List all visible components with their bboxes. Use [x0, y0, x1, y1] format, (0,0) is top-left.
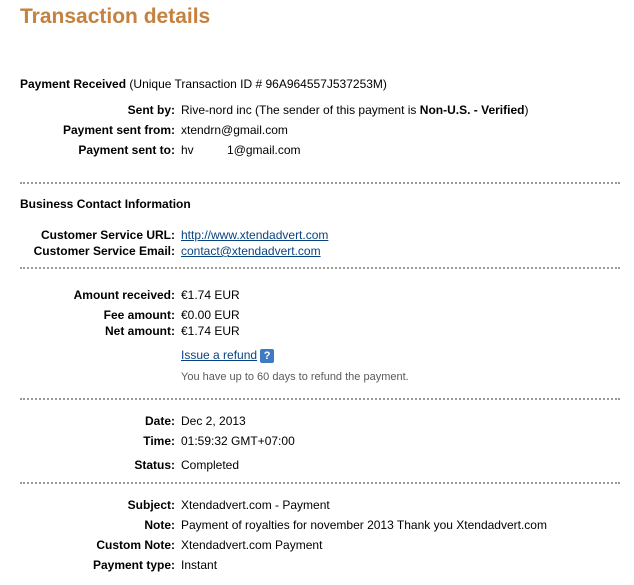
- separator: [20, 267, 620, 269]
- customer-service-url-label: Customer Service URL:: [40, 228, 175, 242]
- net-amount-row: Net amount: €1.74 EUR: [0, 323, 634, 339]
- amount-received-row: Amount received: €1.74 EUR: [0, 287, 634, 303]
- note-row: Note: Payment of royalties for november …: [0, 517, 634, 533]
- payment-from-row: Payment sent from: xtendrn@gmail.com: [0, 122, 634, 138]
- date-value: Dec 2, 2013: [181, 414, 246, 428]
- customer-service-url-row: Customer Service URL: http://www.xtendad…: [0, 227, 634, 243]
- payment-to-label: Payment sent to:: [78, 143, 175, 157]
- subject-label: Subject:: [127, 498, 175, 512]
- custom-note-value: Xtendadvert.com Payment: [181, 538, 323, 552]
- amount-received-label: Amount received:: [73, 288, 175, 302]
- time-value: 01:59:32 GMT+07:00: [181, 434, 295, 448]
- payment-to-row: Payment sent to: hv 1@gmail.com: [0, 142, 634, 158]
- status-row: Status: Completed: [0, 457, 634, 473]
- payment-to-value: hv 1@gmail.com: [181, 143, 301, 157]
- sender-verification-status: Non-U.S. - Verified: [419, 103, 525, 117]
- page-title: Transaction details: [20, 5, 211, 28]
- note-value: Payment of royalties for november 2013 T…: [181, 518, 547, 532]
- time-label: Time:: [143, 434, 175, 448]
- sent-by-value: Rive-nord inc (The sender of this paymen…: [181, 102, 528, 118]
- amount-received-value: €1.74 EUR: [181, 288, 240, 302]
- fee-amount-label: Fee amount:: [103, 308, 175, 322]
- payment-type-value: Instant: [181, 558, 218, 572]
- time-row: Time: 01:59:32 GMT+07:00: [0, 433, 634, 449]
- issue-refund-link[interactable]: Issue a refund: [181, 348, 257, 362]
- subject-value: Xtendadvert.com - Payment: [181, 498, 330, 512]
- sent-by-close: ): [524, 103, 529, 117]
- business-contact-heading: Business Contact Information: [20, 197, 191, 211]
- note-label: Note:: [144, 518, 175, 532]
- refund-note: You have up to 60 days to refund the pay…: [181, 371, 409, 383]
- custom-note-label: Custom Note:: [96, 538, 175, 552]
- customer-service-email-row: Customer Service Email: contact@xtendadv…: [0, 243, 634, 259]
- payment-received-header: Payment Received (Unique Transaction ID …: [20, 77, 387, 91]
- issue-refund-row: Issue a refund?: [0, 347, 634, 363]
- fee-amount-value: €0.00 EUR: [181, 308, 240, 322]
- customer-service-url-link[interactable]: http://www.xtendadvert.com: [181, 227, 328, 243]
- net-amount-value: €1.74 EUR: [181, 324, 240, 338]
- payment-from-label: Payment sent from:: [62, 123, 175, 137]
- payment-type-row: Payment type: Instant: [0, 557, 634, 573]
- transaction-id: (Unique Transaction ID # 96A964557J53725…: [129, 77, 387, 91]
- status-value: Completed: [181, 458, 240, 472]
- date-label: Date:: [144, 414, 175, 428]
- payment-received-heading: Payment Received: [20, 77, 127, 91]
- separator: [20, 182, 620, 184]
- status-label: Status:: [134, 458, 175, 472]
- date-row: Date: Dec 2, 2013: [0, 413, 634, 429]
- payment-from-value: xtendrn@gmail.com: [181, 123, 288, 137]
- separator: [20, 398, 620, 400]
- custom-note-row: Custom Note: Xtendadvert.com Payment: [0, 537, 634, 553]
- sent-by-row: Sent by: Rive-nord inc (The sender of th…: [0, 102, 634, 118]
- subject-row: Subject: Xtendadvert.com - Payment: [0, 497, 634, 513]
- separator: [20, 482, 620, 484]
- sent-by-label: Sent by:: [127, 103, 175, 117]
- net-amount-label: Net amount:: [105, 324, 175, 338]
- customer-service-email-link[interactable]: contact@xtendadvert.com: [181, 243, 321, 259]
- refund-note-row: You have up to 60 days to refund the pay…: [0, 369, 634, 385]
- payment-type-label: Payment type:: [92, 558, 175, 572]
- fee-amount-row: Fee amount: €0.00 EUR: [0, 307, 634, 323]
- help-icon[interactable]: ?: [260, 348, 275, 363]
- customer-service-email-label: Customer Service Email:: [33, 244, 175, 258]
- sent-by-text: Rive-nord inc (The sender of this paymen…: [181, 103, 420, 117]
- issue-refund-group: Issue a refund?: [181, 347, 275, 363]
